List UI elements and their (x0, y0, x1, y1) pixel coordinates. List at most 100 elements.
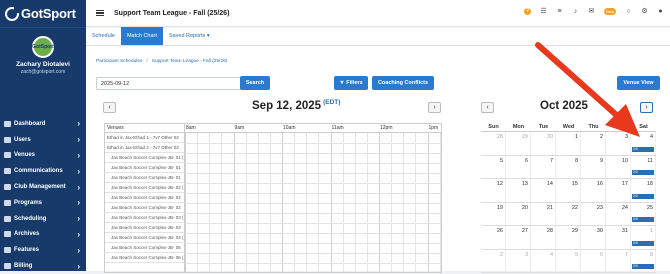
calendar-day-cell[interactable]: 5 (556, 249, 581, 272)
menu-icon[interactable] (96, 8, 104, 18)
calendar-day-cell[interactable]: 16 (581, 179, 606, 202)
tab-match-chart[interactable]: Match Chart (120, 27, 163, 45)
search-button[interactable]: Search (240, 76, 270, 90)
calendar-day-cell[interactable]: 7 (606, 249, 631, 272)
calendar-day-cell[interactable]: 30 (581, 226, 606, 249)
calendar-day-cell[interactable]: 4 (531, 249, 556, 272)
tab-schedule[interactable]: Schedule (86, 27, 121, 45)
venue-row[interactable]: Jax Beach Soccer Complex-JB- 03 (105, 223, 184, 233)
calendar-day-cell[interactable]: 6 (581, 249, 606, 272)
filters-button[interactable]: ▼ Filters (334, 76, 368, 90)
calendar-day-cell[interactable]: 2 (581, 132, 606, 155)
calendar-day-cell[interactable]: 14 (531, 179, 556, 202)
day-next-button[interactable]: › (428, 102, 441, 113)
breadcrumb-league[interactable]: Support Team League - Fall (25/26) (152, 59, 228, 64)
date-input[interactable] (96, 77, 242, 90)
venue-row[interactable]: Jax Beach Soccer Complex-JB- 06 ( (105, 253, 184, 263)
gotsport-logo[interactable]: GotSport (0, 0, 86, 28)
calendar-day-cell[interactable]: 28 (481, 132, 506, 155)
calendar-day-cell[interactable]: 22 (556, 202, 581, 225)
tab-saved-reports[interactable]: Saved Reports ▾ (163, 27, 216, 45)
month-prev-button[interactable]: ‹ (481, 102, 494, 113)
calendar-day-cell[interactable]: 3 (506, 249, 531, 272)
coaching-conflicts-button[interactable]: Coaching Conflicts (372, 76, 434, 90)
calendar-day-cell[interactable]: 23 (581, 202, 606, 225)
venue-row[interactable]: Ethad in Jax-Ethad 2 - 7v7 Other 02 (105, 143, 184, 153)
calendar-day-cell[interactable]: 17 (606, 179, 631, 202)
sidebar-item-club-management[interactable]: Club Management › (0, 179, 86, 195)
calendar-event-bar[interactable]: 2/0 (632, 240, 654, 246)
sidebar-item-programs[interactable]: Programs › (0, 195, 86, 211)
venue-row[interactable]: Jax Beach Soccer Complex-JB- 03 ( (105, 213, 184, 223)
calendar-day-cell[interactable]: 30 (531, 132, 556, 155)
calendar-day-cell[interactable]: 31 (606, 226, 631, 249)
calendar-day-cell[interactable]: 19 (481, 202, 506, 225)
avatar[interactable]: GotSport (32, 36, 54, 58)
calendar-day-cell[interactable]: 29 (556, 226, 581, 249)
sidebar-item-communications[interactable]: Communications › (0, 163, 86, 179)
new-badge[interactable]: New (603, 8, 616, 15)
calendar-day-cell[interactable]: 8 2/0 (631, 249, 656, 272)
calendar-day-cell[interactable]: 13 (506, 179, 531, 202)
calendar-day-cell[interactable]: 3 (606, 132, 631, 155)
help-icon[interactable]: ? (523, 8, 531, 15)
calendar-event-bar[interactable]: 2/0 (632, 170, 654, 175)
calendar-day-cell[interactable]: 18 2/0 (631, 179, 656, 202)
venue-row[interactable]: Jax Beach Soccer Complex-JB- 01 (105, 163, 184, 173)
calendar-day-cell[interactable]: 7 (531, 155, 556, 178)
calendar-day-cell[interactable]: 9 (581, 155, 606, 178)
mail-icon[interactable]: ✉ (588, 8, 595, 15)
venue-row[interactable]: Ethad in Jax-Ethad 1 - 7v7 Other 02 (105, 133, 184, 143)
calendar-day-cell[interactable]: 1 2/0 (631, 226, 656, 249)
bell-icon[interactable]: ♪ (572, 8, 579, 15)
calendar-day-cell[interactable]: 21 (531, 202, 556, 225)
calendar-day-cell[interactable]: 2 (481, 249, 506, 272)
calendar-event-bar[interactable]: 2/0 (632, 193, 654, 199)
calendar-day-cell[interactable]: 11 2/0 (631, 155, 656, 178)
calendar-day-cell[interactable]: 8 (556, 155, 581, 178)
venue-row[interactable]: Jax Beach Soccer Complex-JB- 02 (105, 203, 184, 213)
calendar-event-bar[interactable]: 2/0 (632, 146, 654, 152)
calendar-day-cell[interactable]: 24 (606, 202, 631, 225)
month-next-button[interactable]: › (640, 102, 653, 113)
gear-icon[interactable]: ⚙ (641, 8, 648, 15)
sidebar-item-users[interactable]: Users › (0, 132, 86, 148)
sidebar-item-scheduling[interactable]: Scheduling › (0, 211, 86, 227)
breadcrumb-participant-schedules[interactable]: Participant Schedules (96, 59, 142, 64)
calendar-day-cell[interactable]: 26 (481, 226, 506, 249)
calendar-day-cell[interactable]: 6 (506, 155, 531, 178)
venue-row[interactable]: Jax Beach Soccer Complex-JB- 02 (105, 193, 184, 203)
top-icons: ? ☰ ≡ ♪ ✉ New ○ ⚙ ● (523, 8, 664, 15)
menu-lines-icon[interactable]: ≡ (556, 8, 563, 15)
user-icon[interactable]: ● (657, 8, 664, 15)
calendar-day-cell[interactable]: 12 (481, 179, 506, 202)
sidebar-item-features[interactable]: Features › (0, 242, 86, 258)
calendar-day-cell[interactable]: 1 (556, 132, 581, 155)
calendar-day-cell[interactable]: 27 (506, 226, 531, 249)
calendar-day-cell[interactable]: 25 2/0 (631, 202, 656, 225)
venue-row[interactable]: Jax Beach Soccer Complex-JB- 01 (105, 173, 184, 183)
sidebar-item-dashboard[interactable]: Dashboard › (0, 116, 86, 132)
chat-icon[interactable]: ○ (625, 8, 632, 15)
calendar-day-cell[interactable]: 4 2/0 (631, 132, 656, 155)
list-icon[interactable]: ☰ (540, 8, 547, 15)
calendar-event-bar[interactable]: 2/0 (632, 217, 654, 222)
sidebar-item-billing[interactable]: Billing › (0, 258, 86, 274)
calendar-event-bar[interactable]: 2/0 (632, 264, 654, 269)
weekday-label: Sat (639, 124, 648, 130)
calendar-day-cell[interactable]: 20 (506, 202, 531, 225)
venue-row[interactable]: Jax Beach Soccer Complex-JB- 05 (105, 243, 184, 253)
venue-row[interactable]: Jax Beach Soccer Complex-JB- 01 ( (105, 153, 184, 163)
venue-row[interactable]: Jax Beach Soccer Complex-JB- 04 ( (105, 233, 184, 243)
sidebar-item-venues[interactable]: Venues › (0, 148, 86, 164)
chevron-right-icon: › (77, 214, 80, 224)
day-prev-button[interactable]: ‹ (103, 102, 116, 113)
calendar-day-cell[interactable]: 29 (506, 132, 531, 155)
calendar-day-cell[interactable]: 15 (556, 179, 581, 202)
calendar-day-cell[interactable]: 28 (531, 226, 556, 249)
calendar-day-cell[interactable]: 10 (606, 155, 631, 178)
sidebar-item-archives[interactable]: Archives › (0, 227, 86, 243)
venue-row[interactable]: Jax Beach Soccer Complex-JB- 02 ( (105, 183, 184, 193)
venue-view-button[interactable]: Venue View (617, 76, 660, 90)
calendar-day-cell[interactable]: 5 (481, 155, 506, 178)
